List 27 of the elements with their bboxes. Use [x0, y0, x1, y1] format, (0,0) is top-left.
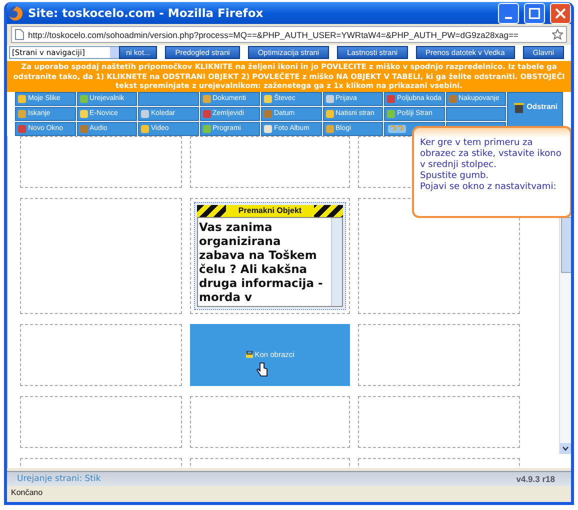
bookmark-star-icon[interactable] — [552, 29, 563, 40]
close-icon — [555, 8, 566, 18]
page-icon — [15, 29, 24, 40]
status-text: Končano — [11, 488, 43, 497]
app-icon — [448, 94, 456, 102]
page-status: Urejanje strani: Stik — [17, 474, 101, 484]
maximize-icon — [529, 8, 540, 18]
lock-icon — [246, 351, 253, 358]
address-bar[interactable]: http://toskocelo.com/sohoadmin/version.php?process=MQ==&PHP_AUTH_USER=YWRtaW4=&PHP_AUTH_PW=dG9za28xag== — [11, 26, 567, 43]
help-tooltip: Ker gre v tem primeru za obrazec za stike, vstavite ikono v srednji stolpec. Spustite gumb. Pojavi se okno z nastavitvami: — [412, 126, 571, 218]
scrollbar[interactable] — [331, 218, 342, 306]
window-title: Site: toskocelo.com - Mozilla Firefox — [28, 6, 264, 20]
scroll-thumb[interactable] — [561, 216, 571, 272]
browser-icon — [8, 6, 23, 20]
minimize-icon — [505, 16, 512, 18]
trash-icon — [512, 102, 525, 114]
minimize-button[interactable] — [498, 2, 519, 24]
move-label[interactable]: Premakni Objekt — [226, 204, 314, 216]
move-handle[interactable]: Premakni Objekt — [197, 204, 343, 216]
version-label: v4.9.3 r18 — [516, 474, 555, 484]
widget-text: Vas zanima organizirana zabava na Toškem čelu ? Ali kakšna druga informacija - morda v — [198, 218, 324, 306]
hand-cursor-icon — [256, 362, 268, 378]
question-marks-icon — [387, 124, 407, 134]
maximize-button[interactable] — [524, 2, 545, 24]
close-button[interactable] — [550, 2, 571, 24]
scroll-down-icon[interactable] — [560, 442, 571, 454]
url-text: http://toskocelo.com/sohoadmin/version.php?process=MQ==&PHP_AUTH_USER=YWRtaW4=&PHP_AUTH_PW=dG9za28xag== — [28, 30, 520, 40]
